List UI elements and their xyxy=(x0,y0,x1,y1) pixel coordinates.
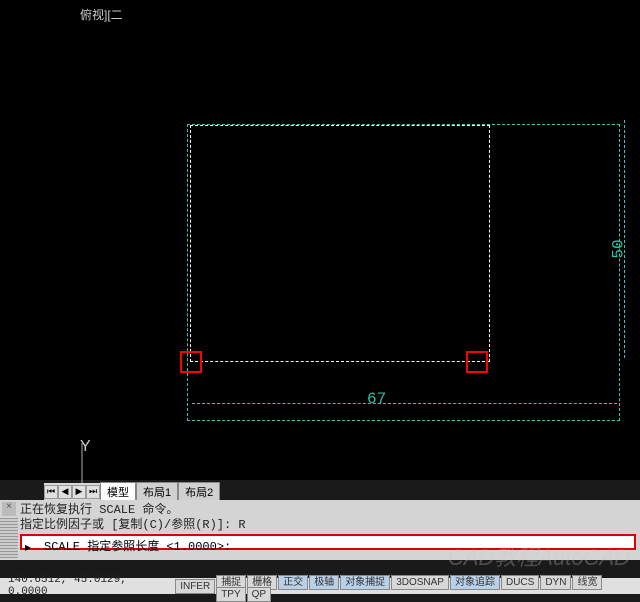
command-input[interactable]: ▸SCALE 指定参照长度 <1.0000>: xyxy=(20,534,636,550)
status-infer[interactable]: INFER xyxy=(175,579,215,594)
tab-nav-0[interactable]: ⏮ xyxy=(44,485,58,499)
layout-tab-0[interactable]: 模型 xyxy=(100,482,136,501)
layout-tab-1[interactable]: 布局1 xyxy=(136,482,178,501)
command-prompt: SCALE 指定参照长度 <1.0000>: xyxy=(44,540,231,554)
selection-rectangle xyxy=(190,125,490,362)
command-icon: ▸ xyxy=(25,540,41,554)
title-bar: 俯视][二 xyxy=(0,0,640,30)
status-btn-6[interactable]: 对象追踪 xyxy=(450,575,500,590)
grip-icon[interactable] xyxy=(0,518,18,558)
status-btn-3[interactable]: 极轴 xyxy=(309,575,339,590)
status-btn-7[interactable]: DUCS xyxy=(501,575,539,590)
ucs-y-label: Y xyxy=(80,438,91,456)
layout-tab-2[interactable]: 布局2 xyxy=(178,482,220,501)
status-btn-5[interactable]: 3DOSNAP xyxy=(391,575,449,590)
command-area: × 正在恢复执行 SCALE 命令。 指定比例因子或 [复制(C)/参照(R)]… xyxy=(0,500,640,560)
coordinates[interactable]: 140.6512, 45.0129, 0.0000 xyxy=(0,574,174,598)
status-bar: 140.6512, 45.0129, 0.0000 INFER 捕捉栅格正交极轴… xyxy=(0,578,640,594)
dimension-50: 50 xyxy=(609,239,627,258)
tab-nav-2[interactable]: ▶ xyxy=(72,485,86,499)
model-space[interactable]: 67 50 Y X xyxy=(42,60,640,480)
view-label: 俯视][二 xyxy=(80,6,123,23)
command-history-1: 正在恢复执行 SCALE 命令。 xyxy=(20,503,636,518)
status-btn-4[interactable]: 对象捕捉 xyxy=(340,575,390,590)
status-btn-8[interactable]: DYN xyxy=(540,575,571,590)
tab-nav-3[interactable]: ⏭ xyxy=(86,485,100,499)
layout-tabs: ⏮◀▶⏭模型布局1布局2 xyxy=(44,483,220,500)
status-btn-11[interactable]: QP xyxy=(247,587,271,602)
status-btn-9[interactable]: 线宽 xyxy=(572,575,602,590)
dimension-67: 67 xyxy=(367,390,386,408)
drawing-viewport[interactable]: 67 50 Y X xyxy=(0,30,640,480)
status-btn-10[interactable]: TPY xyxy=(216,587,245,602)
snap-marker-right xyxy=(466,351,488,373)
close-icon[interactable]: × xyxy=(2,502,16,516)
tab-nav-1[interactable]: ◀ xyxy=(58,485,72,499)
dim-line-horizontal xyxy=(192,403,617,404)
command-history-2: 指定比例因子或 [复制(C)/参照(R)]: R xyxy=(20,518,636,533)
snap-marker-left xyxy=(180,351,202,373)
status-btn-2[interactable]: 正交 xyxy=(278,575,308,590)
